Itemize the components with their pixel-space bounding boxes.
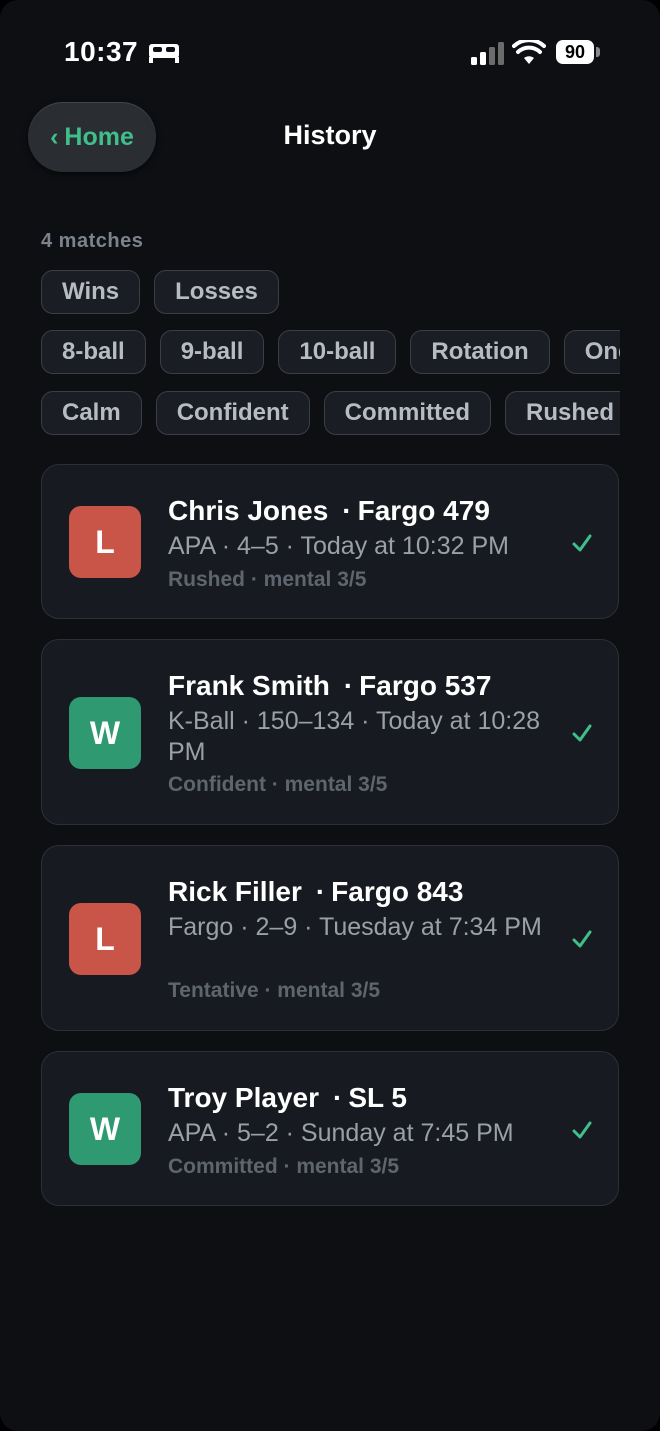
battery-indicator: 90 [556,40,594,64]
opponent-rating: Fargo 537 [359,670,492,701]
opponent-rating: Fargo 843 [331,876,464,907]
match-title: Troy Player · SL 5 [168,1082,407,1113]
wifi-icon [512,40,546,64]
match-meta: Confident · mental 3/5 [168,773,388,796]
match-title: Chris Jones · Fargo 479 [168,495,490,526]
opponent-rating: Fargo 479 [357,495,490,526]
match-detail: K-Ball · 150–134 · Today at 10:28 PM [168,707,541,766]
result-badge: L [69,506,141,578]
filter-chip-committed[interactable]: Committed [323,391,492,435]
opponent-name: Troy Player [168,1082,319,1113]
match-meta: Rushed · mental 3/5 [168,568,367,591]
opponent-rating: SL 5 [348,1082,407,1113]
match-title: Rick Filler · Fargo 843 [168,876,464,907]
filter-chip-confident[interactable]: Confident [155,391,310,435]
match-card[interactable]: W Troy Player · SL 5 APA · 5–2 · Sunday at… [41,1051,619,1206]
opponent-name: Chris Jones [168,495,329,526]
match-detail: APA · 5–2 · Sunday at 7:45 PM [168,1119,514,1147]
match-meta: Committed · mental 3/5 [168,1155,400,1178]
page-title: History [283,120,377,150]
opponent-name: Frank Smith [168,670,330,701]
sleep-mode-icon [149,44,179,63]
match-detail: Fargo · 2–9 · Tuesday at 7:34 PM [168,913,542,941]
match-count: 4 matches [41,230,144,252]
check-icon [572,534,592,552]
opponent-name: Rick Filler [168,876,302,907]
filter-chip-losses[interactable]: Losses [154,270,279,314]
match-card[interactable]: W Frank Smith · Fargo 537 K-Ball · 150–134… [41,639,619,825]
check-icon [572,1121,592,1139]
result-badge: W [69,1093,141,1165]
check-icon [572,724,592,742]
filter-chip-10-ball[interactable]: 10-ball [278,330,397,374]
check-icon [572,930,592,948]
filter-chip-one-pocket[interactable]: One-pocket [563,330,620,374]
match-title: Frank Smith · Fargo 537 [168,670,492,701]
filter-chip-8-ball[interactable]: 8-ball [41,330,146,374]
result-badge: L [69,903,141,975]
match-card[interactable]: L Chris Jones · Fargo 479 APA · 4–5 · Toda… [41,464,619,619]
filter-chip-rotation[interactable]: Rotation [410,330,550,374]
result-filter-row: Wins Losses [41,270,620,318]
mood-filter-row[interactable]: Calm Confident Committed Rushed [41,391,620,439]
filter-chip-calm[interactable]: Calm [41,391,142,435]
history-screen: 10:37 90 ‹ Home History 4 matches Wins L… [0,0,660,1431]
filter-chip-wins[interactable]: Wins [41,270,141,314]
match-detail: APA · 4–5 · Today at 10:32 PM [168,532,509,560]
filter-chip-rushed[interactable]: Rushed [505,391,620,435]
cellular-signal-icon [471,42,504,65]
result-badge: W [69,697,141,769]
battery-cap [596,47,600,57]
game-filter-row[interactable]: 8-ball 9-ball 10-ball Rotation One-pocke… [41,330,620,378]
status-time: 10:37 [64,36,139,67]
match-meta: Tentative · mental 3/5 [168,979,381,1002]
match-card[interactable]: L Rick Filler · Fargo 843 Fargo · 2–9 · Tu… [41,845,619,1031]
filter-chip-9-ball[interactable]: 9-ball [159,330,265,374]
